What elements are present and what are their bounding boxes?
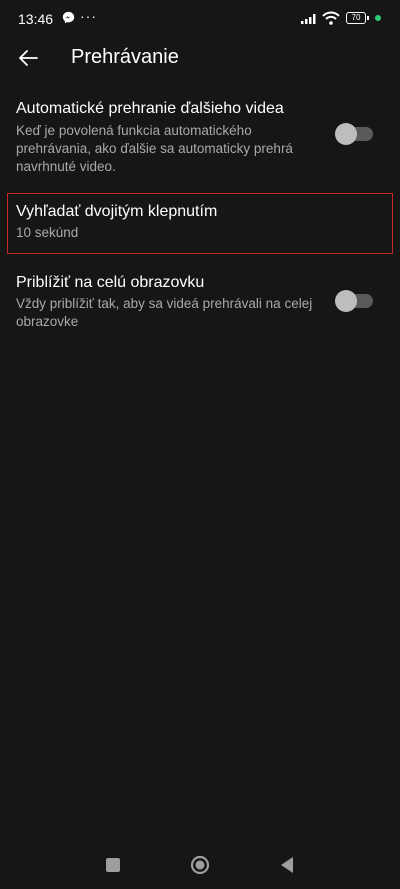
zoom-toggle[interactable] (335, 290, 373, 312)
battery-level: 70 (351, 13, 361, 22)
more-notifications-icon: ··· (80, 8, 97, 24)
page-title: Prehrávanie (71, 46, 179, 68)
setting-autoplay-subtitle: Keď je povolená funkcia automatického pr… (16, 123, 293, 174)
toggle-knob (335, 123, 357, 145)
setting-double-tap-value: 10 sekúnd (16, 225, 79, 240)
status-time: 13:46 (18, 11, 54, 27)
setting-double-tap-title: Vyhľadať dvojitým klepnutím (16, 203, 218, 220)
setting-double-tap[interactable]: Vyhľadať dvojitým klepnutím 10 sekúnd (0, 193, 400, 254)
setting-autoplay-title: Automatické prehranie ďalšieho videa (16, 100, 284, 117)
back-nav-icon[interactable] (280, 856, 294, 874)
recents-icon[interactable] (106, 858, 120, 872)
setting-zoom-title: Priblížiť na celú obrazovku (16, 274, 205, 291)
signal-icon (301, 14, 316, 24)
autoplay-toggle[interactable] (335, 123, 373, 145)
battery-icon: 70 (346, 12, 369, 24)
wifi-icon (322, 11, 340, 25)
app-bar: Prehrávanie (0, 40, 400, 80)
navigation-bar (0, 845, 400, 889)
setting-autoplay[interactable]: Automatické prehranie ďalšieho videa Keď… (0, 95, 400, 175)
setting-zoom-subtitle: Vždy priblížiť tak, aby sa videá prehráv… (16, 296, 313, 329)
messenger-icon (62, 11, 75, 24)
toggle-knob (335, 290, 357, 312)
screen: 13:46 ··· 70 Prehrávanie Automatické pre… (0, 0, 400, 889)
setting-zoom[interactable]: Priblížiť na celú obrazovku Vždy priblíž… (0, 270, 400, 332)
status-bar: 13:46 ··· 70 (0, 0, 400, 40)
privacy-indicator-dot (375, 15, 381, 21)
back-arrow-icon[interactable] (16, 46, 40, 70)
home-icon[interactable] (190, 855, 210, 875)
